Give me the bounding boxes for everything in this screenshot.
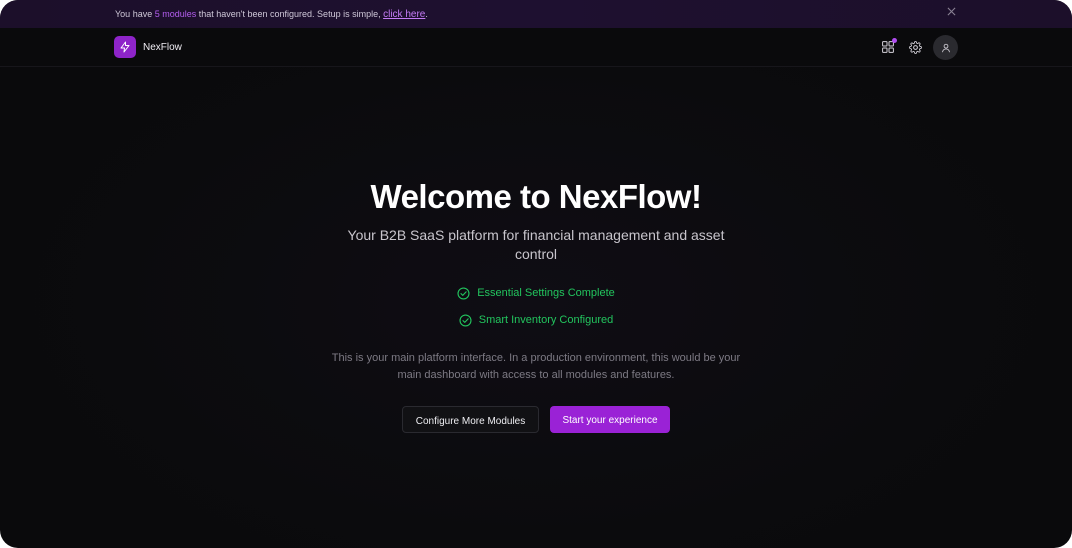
banner-text-after: that haven't been configured. Setup is s… (196, 9, 384, 19)
check-circle-icon (457, 286, 470, 300)
check-item-inventory: Smart Inventory Configured (0, 313, 1072, 327)
gear-icon (908, 40, 922, 54)
setup-banner: You have 5 modules that haven't been con… (0, 0, 1072, 29)
user-avatar-button[interactable] (933, 35, 958, 60)
check-label: Smart Inventory Configured (478, 314, 614, 326)
app-window: You have 5 modules that haven't been con… (0, 0, 1072, 548)
lightning-bolt-icon (120, 41, 130, 53)
notification-dot (892, 38, 897, 43)
banner-period: . (425, 9, 428, 19)
settings-button[interactable] (907, 39, 923, 55)
platform-info-text: This is your main platform interface. In… (331, 352, 741, 381)
brand-logo[interactable] (114, 36, 136, 58)
grid-apps-icon (882, 41, 894, 53)
brand-name[interactable]: NexFlow (143, 41, 182, 54)
banner-text-before: You have (115, 9, 155, 19)
check-label: Essential Settings Complete (477, 287, 615, 299)
configure-modules-button[interactable]: Configure More Modules (402, 406, 539, 433)
apps-button[interactable] (880, 38, 897, 55)
user-icon (941, 43, 950, 52)
welcome-title: Welcome to NexFlow! (370, 178, 702, 215)
close-icon[interactable] (944, 6, 958, 20)
check-item-settings: Essential Settings Complete (0, 286, 1072, 300)
top-nav: NexFlow (0, 28, 1072, 67)
banner-modules-count: 5 modules (154, 9, 197, 19)
banner-click-here-link[interactable]: click here (383, 9, 425, 20)
banner-message: You have 5 modules that haven't been con… (115, 8, 428, 21)
welcome-subtitle: Your B2B SaaS platform for financial man… (347, 227, 725, 262)
start-experience-button[interactable]: Start your experience (550, 406, 670, 433)
check-circle-icon (459, 313, 472, 327)
